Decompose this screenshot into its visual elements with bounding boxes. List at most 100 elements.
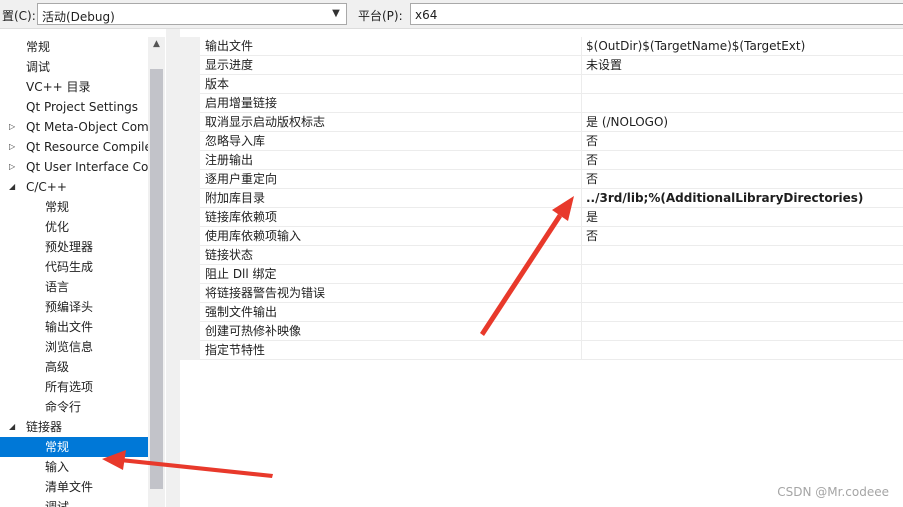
- collapsed-arrow-icon[interactable]: ▷: [9, 117, 19, 137]
- tree-item[interactable]: 代码生成: [0, 257, 148, 277]
- tree-item-label: C/C++: [26, 180, 67, 194]
- tree-item[interactable]: ◢ C/C++: [0, 177, 148, 197]
- platform-dropdown[interactable]: x64: [410, 3, 903, 25]
- property-name: 显示进度: [205, 58, 254, 72]
- tree-item[interactable]: 命令行: [0, 397, 148, 417]
- expanded-arrow-icon[interactable]: ◢: [9, 417, 19, 437]
- collapsed-arrow-icon[interactable]: ▷: [9, 137, 19, 157]
- property-name: 使用库依赖项输入: [205, 229, 302, 243]
- tree-item[interactable]: Qt Project Settings: [0, 97, 148, 117]
- property-value[interactable]: [581, 284, 903, 303]
- tree-item[interactable]: 高级: [0, 357, 148, 377]
- tree-item[interactable]: 调试: [0, 497, 148, 507]
- property-grid: 输出文件 $(OutDir)$(TargetName)$(TargetExt) 显示…: [180, 37, 903, 507]
- property-name: 注册输出: [205, 153, 254, 167]
- property-row[interactable]: 使用库依赖项输入 否: [200, 227, 903, 246]
- collapsed-arrow-icon[interactable]: ▷: [9, 157, 19, 177]
- tree-item[interactable]: 所有选项: [0, 377, 148, 397]
- property-row[interactable]: 版本: [200, 75, 903, 94]
- grid-gutter: [180, 37, 200, 360]
- tree-item-label: 常规: [45, 440, 70, 454]
- watermark: CSDN @Mr.codeee: [777, 485, 889, 499]
- property-row[interactable]: 指定节特性: [200, 341, 903, 360]
- tree-item-label: 语言: [45, 280, 70, 294]
- property-row[interactable]: 忽略导入库 否: [200, 132, 903, 151]
- property-name: 逐用户重定向: [205, 172, 278, 186]
- tree-item-label: 所有选项: [45, 380, 94, 394]
- tree-item[interactable]: 调试: [0, 57, 148, 77]
- property-row[interactable]: 阻止 Dll 绑定: [200, 265, 903, 284]
- property-value[interactable]: 是: [581, 208, 903, 227]
- tree-item-label: 常规: [45, 200, 70, 214]
- tree-scrollbar[interactable]: ▲: [148, 37, 165, 507]
- property-name: 创建可热修补映像: [205, 324, 302, 338]
- property-value[interactable]: 否: [581, 151, 903, 170]
- expanded-arrow-icon[interactable]: ◢: [9, 177, 19, 197]
- configuration-dropdown[interactable]: 活动(Debug) ▼: [37, 3, 347, 25]
- property-value[interactable]: $(OutDir)$(TargetName)$(TargetExt): [581, 37, 903, 56]
- property-row[interactable]: 取消显示启动版权标志 是 (/NOLOGO): [200, 113, 903, 132]
- property-value[interactable]: ../3rd/lib;%(AdditionalLibraryDirectorie…: [581, 189, 903, 208]
- configuration-label: 置(C):: [2, 9, 36, 23]
- property-value[interactable]: 否: [581, 132, 903, 151]
- tree-item[interactable]: ▷ Qt Meta-Object Com: [0, 117, 148, 137]
- tree-item[interactable]: 预编译头: [0, 297, 148, 317]
- property-row[interactable]: 显示进度 未设置: [200, 56, 903, 75]
- tree-item[interactable]: 优化: [0, 217, 148, 237]
- tree-item[interactable]: 清单文件: [0, 477, 148, 497]
- tree-item[interactable]: 预处理器: [0, 237, 148, 257]
- tree-item[interactable]: ▷ Qt User Interface Co: [0, 157, 148, 177]
- scroll-up-icon[interactable]: ▲: [148, 39, 165, 49]
- property-row[interactable]: 输出文件 $(OutDir)$(TargetName)$(TargetExt): [200, 37, 903, 56]
- property-row[interactable]: 启用增量链接: [200, 94, 903, 113]
- property-value[interactable]: [581, 265, 903, 284]
- tree-item[interactable]: 常规: [0, 197, 148, 217]
- property-row[interactable]: 链接库依赖项 是: [200, 208, 903, 227]
- property-name: 强制文件输出: [205, 305, 278, 319]
- tree-item[interactable]: 常规: [0, 437, 148, 457]
- property-tree: 常规 调试 VC++ 目录 Qt Project Settings ▷ Qt Meta-O…: [0, 37, 166, 507]
- property-value[interactable]: [581, 246, 903, 265]
- property-row[interactable]: 强制文件输出: [200, 303, 903, 322]
- property-name: 将链接器警告视为错误: [205, 286, 326, 300]
- tree-item-label: 预处理器: [45, 240, 94, 254]
- tree-item-label: VC++ 目录: [26, 80, 91, 94]
- property-row[interactable]: 链接状态: [200, 246, 903, 265]
- property-row[interactable]: 创建可热修补映像: [200, 322, 903, 341]
- tree-item[interactable]: VC++ 目录: [0, 77, 148, 97]
- tree-item-label: 浏览信息: [45, 340, 94, 354]
- panel-splitter[interactable]: [166, 29, 180, 507]
- property-row[interactable]: 逐用户重定向 否: [200, 170, 903, 189]
- tree-item-label: 输出文件: [45, 320, 94, 334]
- property-name: 链接状态: [205, 248, 254, 262]
- tree-item-label: 预编译头: [45, 300, 94, 314]
- tree-item[interactable]: 浏览信息: [0, 337, 148, 357]
- property-row[interactable]: 附加库目录 ../3rd/lib;%(AdditionalLibraryDirec…: [200, 189, 903, 208]
- tree-item-label: 高级: [45, 360, 70, 374]
- tree-item[interactable]: 常规: [0, 37, 148, 57]
- property-value[interactable]: [581, 94, 903, 113]
- property-value[interactable]: [581, 75, 903, 94]
- tree-item[interactable]: ◢ 链接器: [0, 417, 148, 437]
- property-row[interactable]: 注册输出 否: [200, 151, 903, 170]
- platform-value: x64: [415, 8, 438, 22]
- property-value[interactable]: 未设置: [581, 56, 903, 75]
- platform-label: 平台(P):: [358, 9, 403, 23]
- property-row[interactable]: 将链接器警告视为错误: [200, 284, 903, 303]
- tree-item[interactable]: 语言: [0, 277, 148, 297]
- chevron-down-icon[interactable]: ▼: [328, 5, 344, 23]
- tree-item-label: 命令行: [45, 400, 82, 414]
- tree-item[interactable]: 输入: [0, 457, 148, 477]
- property-value[interactable]: [581, 322, 903, 341]
- property-value[interactable]: 是 (/NOLOGO): [581, 113, 903, 132]
- property-value[interactable]: [581, 303, 903, 322]
- tree-item[interactable]: 输出文件: [0, 317, 148, 337]
- property-value[interactable]: 否: [581, 170, 903, 189]
- property-name: 忽略导入库: [205, 134, 266, 148]
- scrollbar-thumb[interactable]: [150, 69, 163, 489]
- property-value[interactable]: 否: [581, 227, 903, 246]
- property-value[interactable]: [581, 341, 903, 360]
- tree-item-label: 优化: [45, 220, 70, 234]
- tree-item-label: 调试: [45, 500, 70, 507]
- tree-item[interactable]: ▷ Qt Resource Compile: [0, 137, 148, 157]
